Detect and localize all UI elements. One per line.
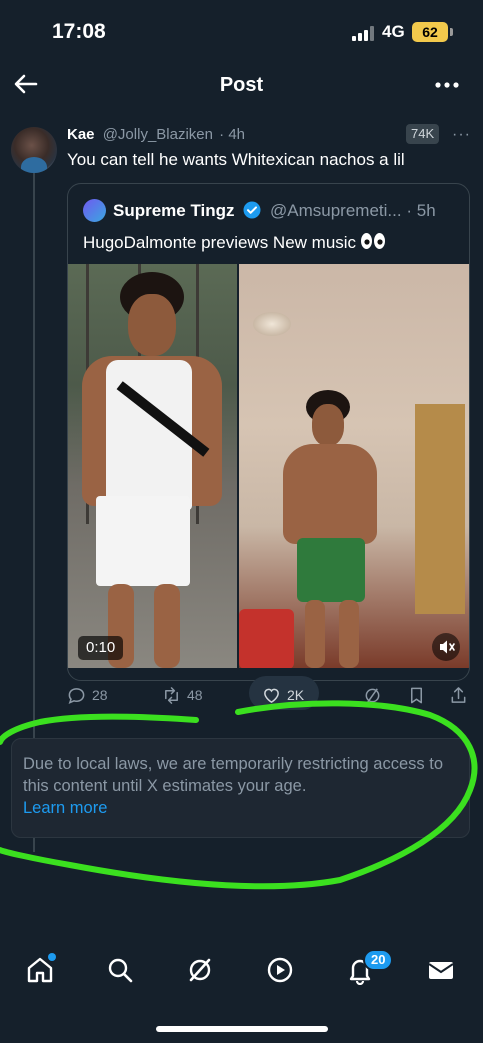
- author-name[interactable]: Kae: [67, 126, 95, 143]
- quote-author-handle: @Amsupremeti...: [270, 201, 402, 220]
- bookmark-button[interactable]: [407, 682, 426, 708]
- play-icon: [267, 957, 293, 983]
- quote-author-avatar: [83, 199, 106, 222]
- grok-icon: [189, 958, 211, 982]
- share-icon: [451, 686, 466, 703]
- notifications-badge: 20: [363, 949, 394, 971]
- bottom-nav: 20: [0, 945, 483, 995]
- speaker-muted-icon: [440, 640, 455, 654]
- network-type: 4G: [382, 22, 405, 41]
- video-player[interactable]: 0:10: [68, 264, 469, 668]
- more-icon: [435, 82, 459, 88]
- reply-icon: [68, 687, 85, 704]
- more-options-button[interactable]: [432, 72, 462, 98]
- tweet-header: Kae @Jolly_Blaziken · 4h: [67, 126, 245, 143]
- mail-icon: [428, 962, 454, 979]
- nav-video[interactable]: [263, 953, 297, 987]
- repost-icon: [165, 686, 178, 704]
- post-actions: 28 48 2K: [67, 676, 470, 710]
- author-avatar[interactable]: [11, 127, 57, 173]
- views-badge[interactable]: 74K: [406, 124, 440, 144]
- reply-button[interactable]: 28: [67, 682, 108, 708]
- search-icon: [108, 958, 133, 983]
- views-button[interactable]: [363, 682, 382, 708]
- quote-header: Supreme Tingz @Amsupremeti... · 5h: [113, 201, 436, 221]
- quote-text-body: HugoDalmonte previews New music: [83, 233, 357, 252]
- quote-time: 5h: [416, 201, 436, 220]
- share-button[interactable]: [449, 682, 468, 708]
- views-icon: [365, 687, 380, 703]
- page-title: Post: [219, 74, 264, 96]
- learn-more-link[interactable]: Learn more: [23, 799, 107, 818]
- video-frame-right: [239, 264, 469, 668]
- eyes-emoji-icon: [361, 233, 386, 249]
- home-unread-dot: [48, 953, 56, 961]
- author-handle[interactable]: @Jolly_Blaziken: [103, 126, 213, 143]
- verified-badge-icon: [243, 201, 261, 219]
- quoted-post[interactable]: Supreme Tingz @Amsupremeti... · 5h HugoD…: [67, 183, 470, 681]
- battery-icon: 62: [412, 22, 448, 42]
- status-bar: 17:08 4G 62: [0, 0, 483, 62]
- bookmark-icon: [410, 687, 423, 703]
- post-header: Post: [0, 62, 483, 108]
- video-duration: 0:10: [78, 636, 124, 660]
- reply-count: 28: [92, 687, 108, 703]
- quote-text: HugoDalmonte previews New music: [83, 232, 386, 253]
- repost-button[interactable]: 48: [162, 682, 203, 708]
- separator-dot: ·: [219, 126, 225, 143]
- notice-text: Due to local laws, we are temporarily re…: [23, 755, 443, 795]
- status-time: 17:08: [52, 20, 106, 43]
- heart-icon: [264, 688, 279, 703]
- quote-author-name: Supreme Tingz: [113, 201, 235, 220]
- like-count: 2K: [287, 687, 305, 703]
- video-frame-left: [68, 264, 237, 668]
- nav-home[interactable]: [23, 953, 57, 987]
- nav-grok[interactable]: [183, 953, 217, 987]
- tweet-more-icon[interactable]: ···: [452, 126, 471, 144]
- signal-icon: [352, 25, 376, 41]
- home-indicator: [156, 1026, 328, 1032]
- battery-tip: [450, 28, 453, 36]
- tweet-text: You can tell he wants Whitexican nachos …: [67, 150, 405, 169]
- repost-count: 48: [187, 687, 203, 703]
- nav-messages[interactable]: [424, 953, 458, 987]
- mute-button[interactable]: [432, 633, 460, 661]
- tweet-time: 4h: [228, 126, 246, 143]
- like-button[interactable]: 2K: [262, 682, 304, 708]
- nav-notifications[interactable]: 20: [343, 949, 394, 987]
- nav-search[interactable]: [103, 953, 137, 987]
- separator-dot: ·: [406, 201, 412, 220]
- age-restriction-notice: Due to local laws, we are temporarily re…: [11, 738, 470, 838]
